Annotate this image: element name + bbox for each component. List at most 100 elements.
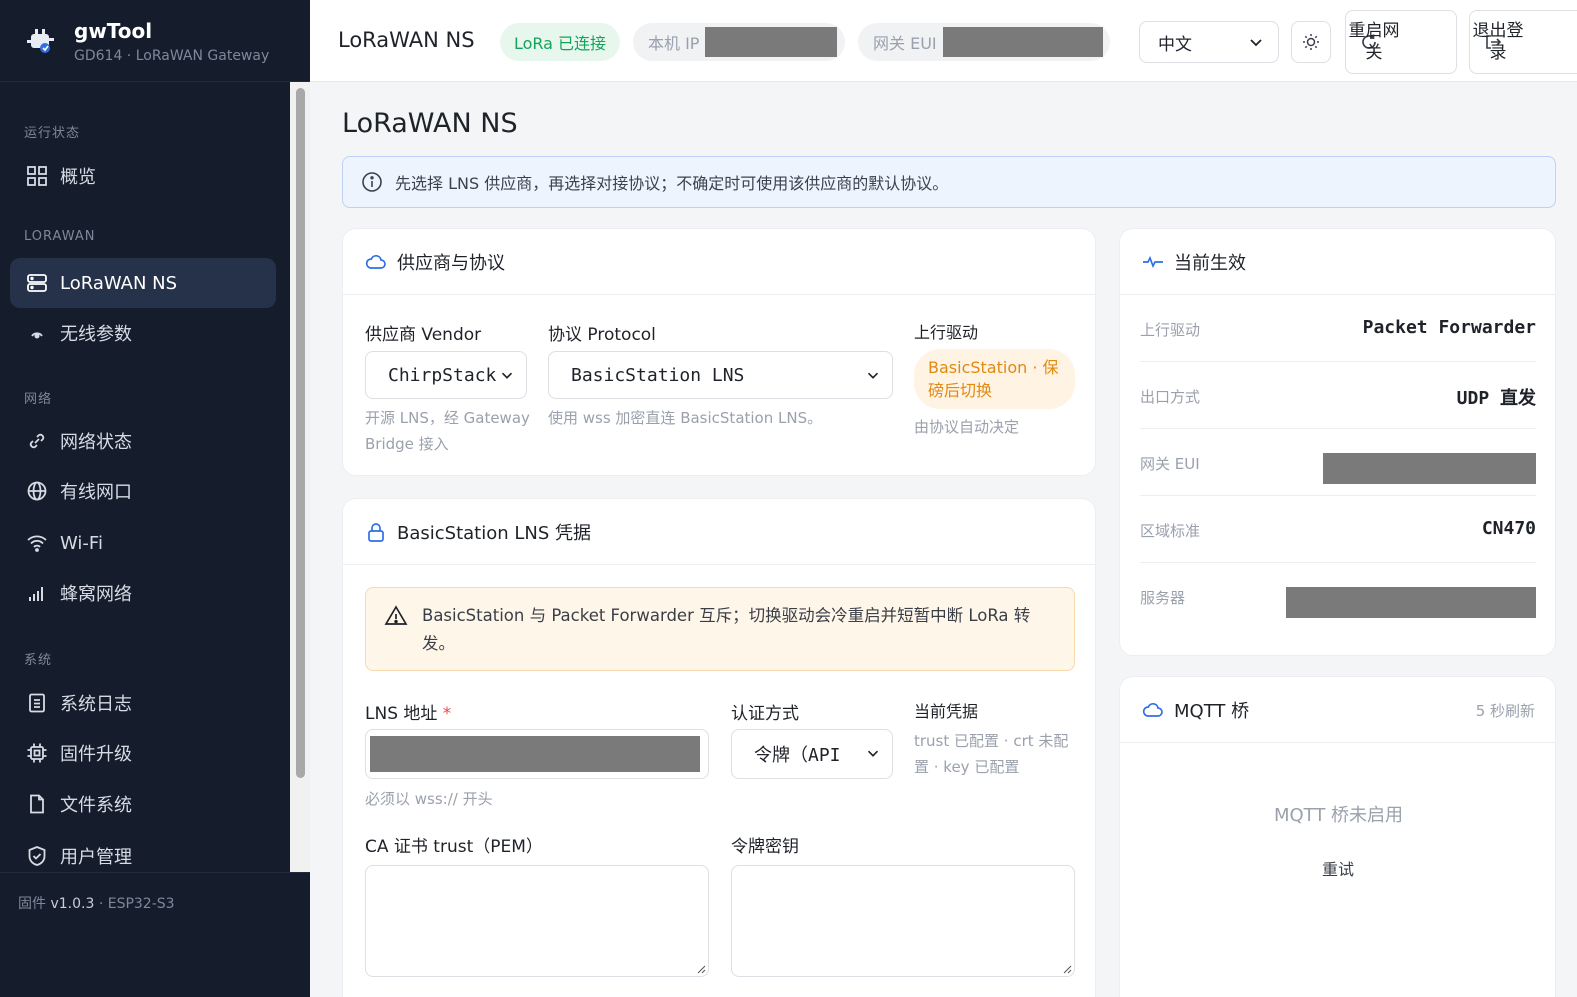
ca-cert-textarea[interactable]	[365, 865, 709, 977]
auth-method-label: 认证方式	[731, 704, 799, 724]
resize-grip-icon[interactable]	[696, 964, 706, 974]
current-credential-value: trust 已配置 · crt 未配置 · key 已配置	[914, 732, 1069, 776]
firmware-version: v1.0.3	[50, 896, 95, 912]
gateway-logo-icon	[27, 29, 54, 53]
protocol-label: 协议 Protocol	[548, 325, 656, 345]
sidebar-item-label: 蜂窝网络	[60, 584, 132, 605]
local-ip-badge: 本机 IP	[633, 23, 845, 61]
shield-icon	[24, 843, 50, 869]
signal-icon	[24, 580, 50, 606]
chip-icon	[24, 740, 50, 766]
theme-toggle-button[interactable]	[1291, 21, 1331, 63]
sidebar-item-radio[interactable]: 无线参数	[10, 308, 276, 358]
lns-address-help: 必须以 wss:// 开头	[365, 790, 493, 808]
driver-badge: BasicStation · 保磅后切换	[914, 349, 1075, 409]
sidebar-item-wifi[interactable]: Wi-Fi	[10, 518, 276, 568]
sidebar-section-label: LORAWAN	[24, 229, 96, 244]
auth-method-value: 令牌（API	[754, 745, 841, 766]
ca-cert-label: CA 证书 trust（PEM）	[365, 837, 543, 857]
protocol-value: BasicStation LNS	[571, 364, 745, 386]
warning-text: BasicStation 与 Packet Forwarder 互斥；切换驱动会…	[422, 606, 1031, 653]
lns-address-input[interactable]	[365, 729, 709, 779]
token-secret-label: 令牌密钥	[731, 837, 799, 857]
info-icon	[362, 172, 382, 192]
brand: gwTool GD614 · LoRaWAN Gateway	[0, 0, 310, 82]
token-secret-textarea[interactable]	[731, 865, 1075, 977]
sidebar-item-network-status[interactable]: 网络状态	[10, 416, 276, 466]
main-content: LoRaWAN NS 先选择 LNS 供应商，再选择对接协议；不确定时可使用该供…	[310, 82, 1577, 997]
status-row: 上行驱动 Packet Forwarder	[1140, 295, 1536, 362]
retry-button[interactable]: 重试	[1308, 855, 1368, 885]
lns-address-label: LNS 地址 *	[365, 699, 451, 724]
current-effective-card: 当前生效 上行驱动 Packet Forwarder 出口方式 UDP 直发 网…	[1119, 228, 1556, 656]
chevron-down-icon	[1250, 39, 1262, 47]
sidebar-item-system-log[interactable]: 系统日志	[10, 678, 276, 728]
antenna-icon	[24, 320, 50, 346]
chevron-down-icon	[867, 372, 879, 379]
sun-icon	[1303, 34, 1319, 50]
sidebar-item-label: 无线参数	[60, 324, 132, 345]
link-icon	[24, 428, 50, 454]
status-row: 出口方式 UDP 直发	[1140, 362, 1536, 429]
app-name: gwTool	[74, 19, 153, 43]
local-ip-redacted	[705, 27, 838, 57]
vendor-label: 供应商 Vendor	[365, 325, 482, 345]
status-row: 服务器	[1140, 563, 1536, 630]
protocol-select[interactable]: BasicStation LNS	[548, 351, 893, 399]
vendor-help: 开源 LNS，经 Gateway Bridge 接入	[365, 409, 530, 453]
restart-gateway-button[interactable]: 重启网关	[1345, 10, 1457, 74]
activity-icon	[1142, 251, 1164, 273]
card-title: 供应商与协议	[397, 252, 505, 274]
card-header: 供应商与协议	[343, 229, 1095, 295]
sidebar-item-filesystem[interactable]: 文件系统	[10, 779, 276, 829]
sidebar-item-overview[interactable]: 概览	[10, 151, 276, 201]
status-key: 网关 EUI	[1140, 455, 1200, 473]
sidebar-item-label: 用户管理	[60, 847, 132, 868]
status-row: 网关 EUI	[1140, 429, 1536, 496]
vendor-protocol-card: 供应商与协议 供应商 Vendor ChirpStack 开源 LNS，经 Ga…	[342, 228, 1096, 476]
sidebar-item-label: 有线网口	[60, 482, 132, 503]
server-icon	[24, 270, 50, 296]
sidebar-section-label: 系统	[24, 653, 53, 668]
card-header: BasicStation LNS 凭据	[343, 499, 1095, 565]
sidebar: gwTool GD614 · LoRaWAN Gateway 运行状态 概览 L…	[0, 0, 310, 997]
file-icon	[24, 791, 50, 817]
sidebar-scrollbar-thumb[interactable]	[296, 88, 305, 778]
language-value: 中文	[1158, 34, 1192, 55]
required-marker: *	[442, 704, 452, 724]
auth-method-select[interactable]: 令牌（API	[731, 729, 893, 779]
sidebar-item-lorawan-ns[interactable]: LoRaWAN NS	[10, 258, 276, 308]
gateway-eui-redacted	[942, 27, 1103, 57]
sidebar-item-cellular[interactable]: 蜂窝网络	[10, 568, 276, 618]
firmware-chip: · ESP32-S3	[98, 896, 175, 912]
server-redacted	[1286, 587, 1536, 618]
gateway-eui-label: 网关 EUI	[873, 34, 937, 53]
refresh-interval: 5 秒刷新	[1475, 702, 1535, 720]
sidebar-item-label: 文件系统	[60, 795, 132, 816]
card-title: 当前生效	[1174, 252, 1246, 274]
language-select[interactable]: 中文	[1139, 21, 1279, 63]
status-value: Packet Forwarder	[1362, 317, 1536, 338]
protocol-help: 使用 wss 加密直连 BasicStation LNS。	[548, 409, 823, 427]
topbar: LoRaWAN NS LoRa 已连接 本机 IP 网关 EUI 中文 重启网关…	[310, 0, 1577, 82]
card-header: MQTT 桥 5 秒刷新	[1120, 677, 1555, 743]
info-banner: 先选择 LNS 供应商，再选择对接协议；不确定时可使用该供应商的默认协议。	[342, 156, 1556, 208]
vendor-select[interactable]: ChirpStack	[365, 351, 527, 399]
info-text: 先选择 LNS 供应商，再选择对接协议；不确定时可使用该供应商的默认协议。	[395, 174, 949, 193]
gateway-eui-badge: 网关 EUI	[858, 23, 1110, 61]
app-subtitle: GD614 · LoRaWAN Gateway	[74, 48, 270, 64]
restart-gateway-label: 重启网关	[1348, 21, 1400, 63]
firmware-footer: 固件 v1.0.3 · ESP32-S3	[0, 872, 310, 997]
sidebar-item-ethernet[interactable]: 有线网口	[10, 466, 276, 516]
vendor-value: ChirpStack	[388, 364, 497, 386]
sidebar-item-label: Wi-Fi	[60, 532, 103, 554]
status-key: 上行驱动	[1140, 321, 1201, 339]
sidebar-item-users[interactable]: 用户管理	[10, 831, 276, 872]
resize-grip-icon[interactable]	[1062, 964, 1072, 974]
status-value: CN470	[1481, 518, 1536, 539]
status-row: 区域标准 CN470	[1140, 496, 1536, 563]
logout-button[interactable]: 退出登录	[1469, 10, 1577, 74]
sidebar-item-firmware[interactable]: 固件升级	[10, 728, 276, 778]
driver-help: 由协议自动决定	[914, 418, 1020, 436]
mqtt-status: MQTT 桥未启用	[1273, 805, 1404, 826]
